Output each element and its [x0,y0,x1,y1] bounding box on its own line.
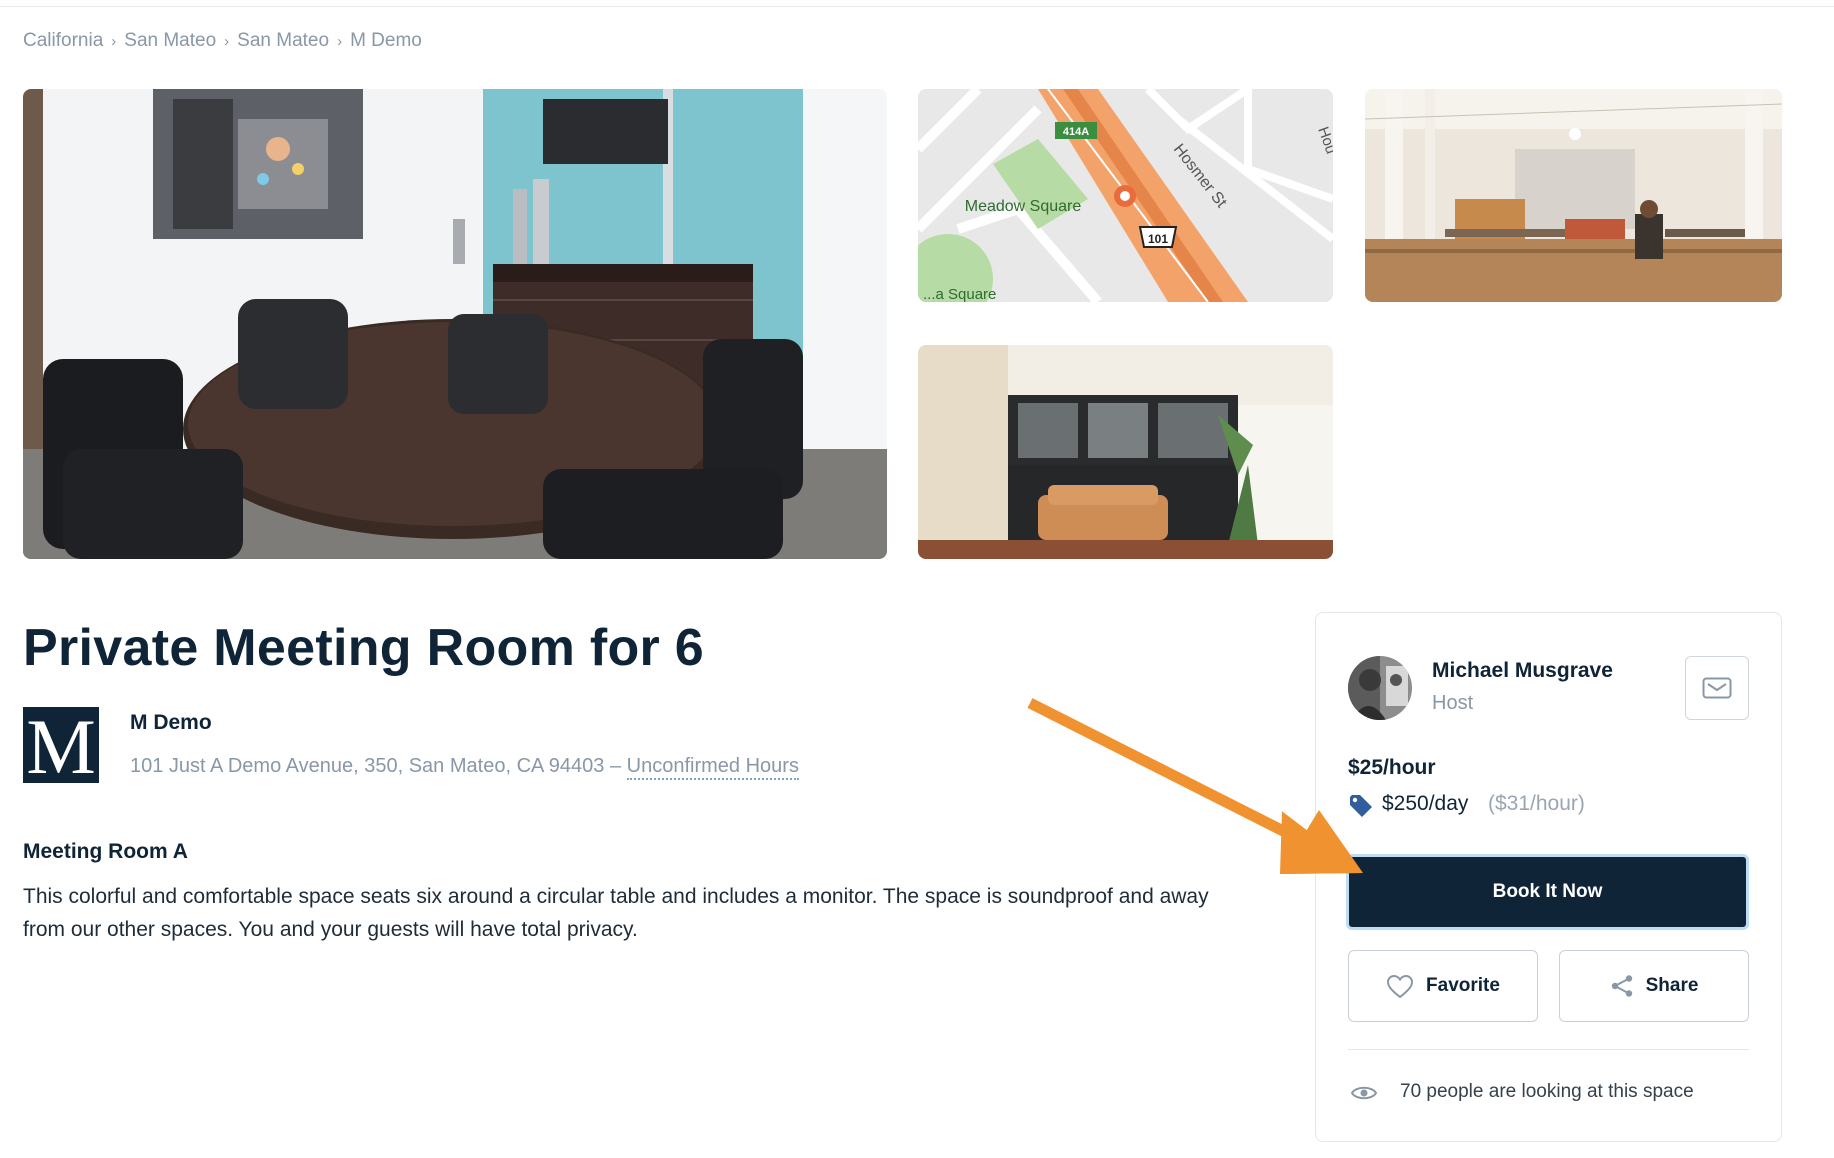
photo-coworking-space[interactable] [1365,89,1782,302]
map-exit-label: 414A [1063,126,1089,138]
annotation-arrow-shaft [1027,698,1308,847]
coworking-illustration [1365,89,1782,302]
favorite-label: Favorite [1426,975,1500,996]
company-logo-letter: M [26,703,96,790]
eye-icon [1350,1086,1378,1100]
company-logo: M [23,703,99,790]
price-hourly: $25/hour [1348,756,1436,779]
main-photo-meeting-room[interactable] [23,89,887,559]
share-icon [1611,975,1632,997]
map-park-label: Meadow Square [965,198,1082,215]
address-text: 101 Just A Demo Avenue, 350, San Mateo, … [130,755,622,777]
message-host-button[interactable] [1685,656,1749,720]
price-daily-hourly-equivalent: ($31/hour) [1488,792,1585,815]
listing-address: 101 Just A Demo Avenue, 350, San Mateo, … [130,755,799,780]
heart-icon [1387,974,1414,998]
card-divider [1348,1049,1749,1050]
map-park-label-2: ...a Square [923,286,996,302]
viewers-count-text: 70 people are looking at this space [1400,1081,1694,1102]
share-label: Share [1645,975,1699,996]
favorite-button[interactable]: Favorite [1348,950,1538,1022]
photo-lounge-space[interactable] [918,345,1333,559]
price-daily: $250/day [1382,792,1469,815]
listing-title: Private Meeting Room for 6 [23,619,705,677]
location-map[interactable]: 414A 101 Meadow Square ...a Square Hosme… [918,89,1333,302]
avatar-photo [1348,656,1412,720]
space-description: This colorful and comfortable space seat… [23,885,1209,941]
share-button[interactable]: Share [1559,950,1749,1022]
host-role: Host [1432,692,1474,714]
envelope-icon [1702,677,1732,699]
breadcrumb-separator: › [337,32,343,50]
breadcrumb-state[interactable]: California [23,30,103,52]
host-name[interactable]: Michael Musgrave [1432,659,1613,683]
breadcrumb: California › San Mateo › San Mateo › M D… [23,30,422,52]
breadcrumb-listing[interactable]: M Demo [350,30,422,52]
meeting-room-illustration [23,89,887,559]
host-avatar[interactable] [1348,656,1412,720]
unconfirmed-hours-link[interactable]: Unconfirmed Hours [626,755,799,780]
lounge-illustration [918,345,1333,559]
breadcrumb-separator: › [224,32,230,50]
top-divider [0,6,1834,7]
map-highway-label: 101 [1148,232,1168,246]
map-illustration: 414A 101 Meadow Square ...a Square Hosme… [918,89,1333,302]
breadcrumb-city[interactable]: San Mateo [237,30,329,52]
tag-icon [1350,795,1372,817]
breadcrumb-separator: › [111,32,117,50]
company-name[interactable]: M Demo [130,711,212,735]
book-it-now-button[interactable]: Book It Now [1346,854,1749,930]
breadcrumb-county[interactable]: San Mateo [124,30,216,52]
space-name: Meeting Room A [23,840,188,863]
